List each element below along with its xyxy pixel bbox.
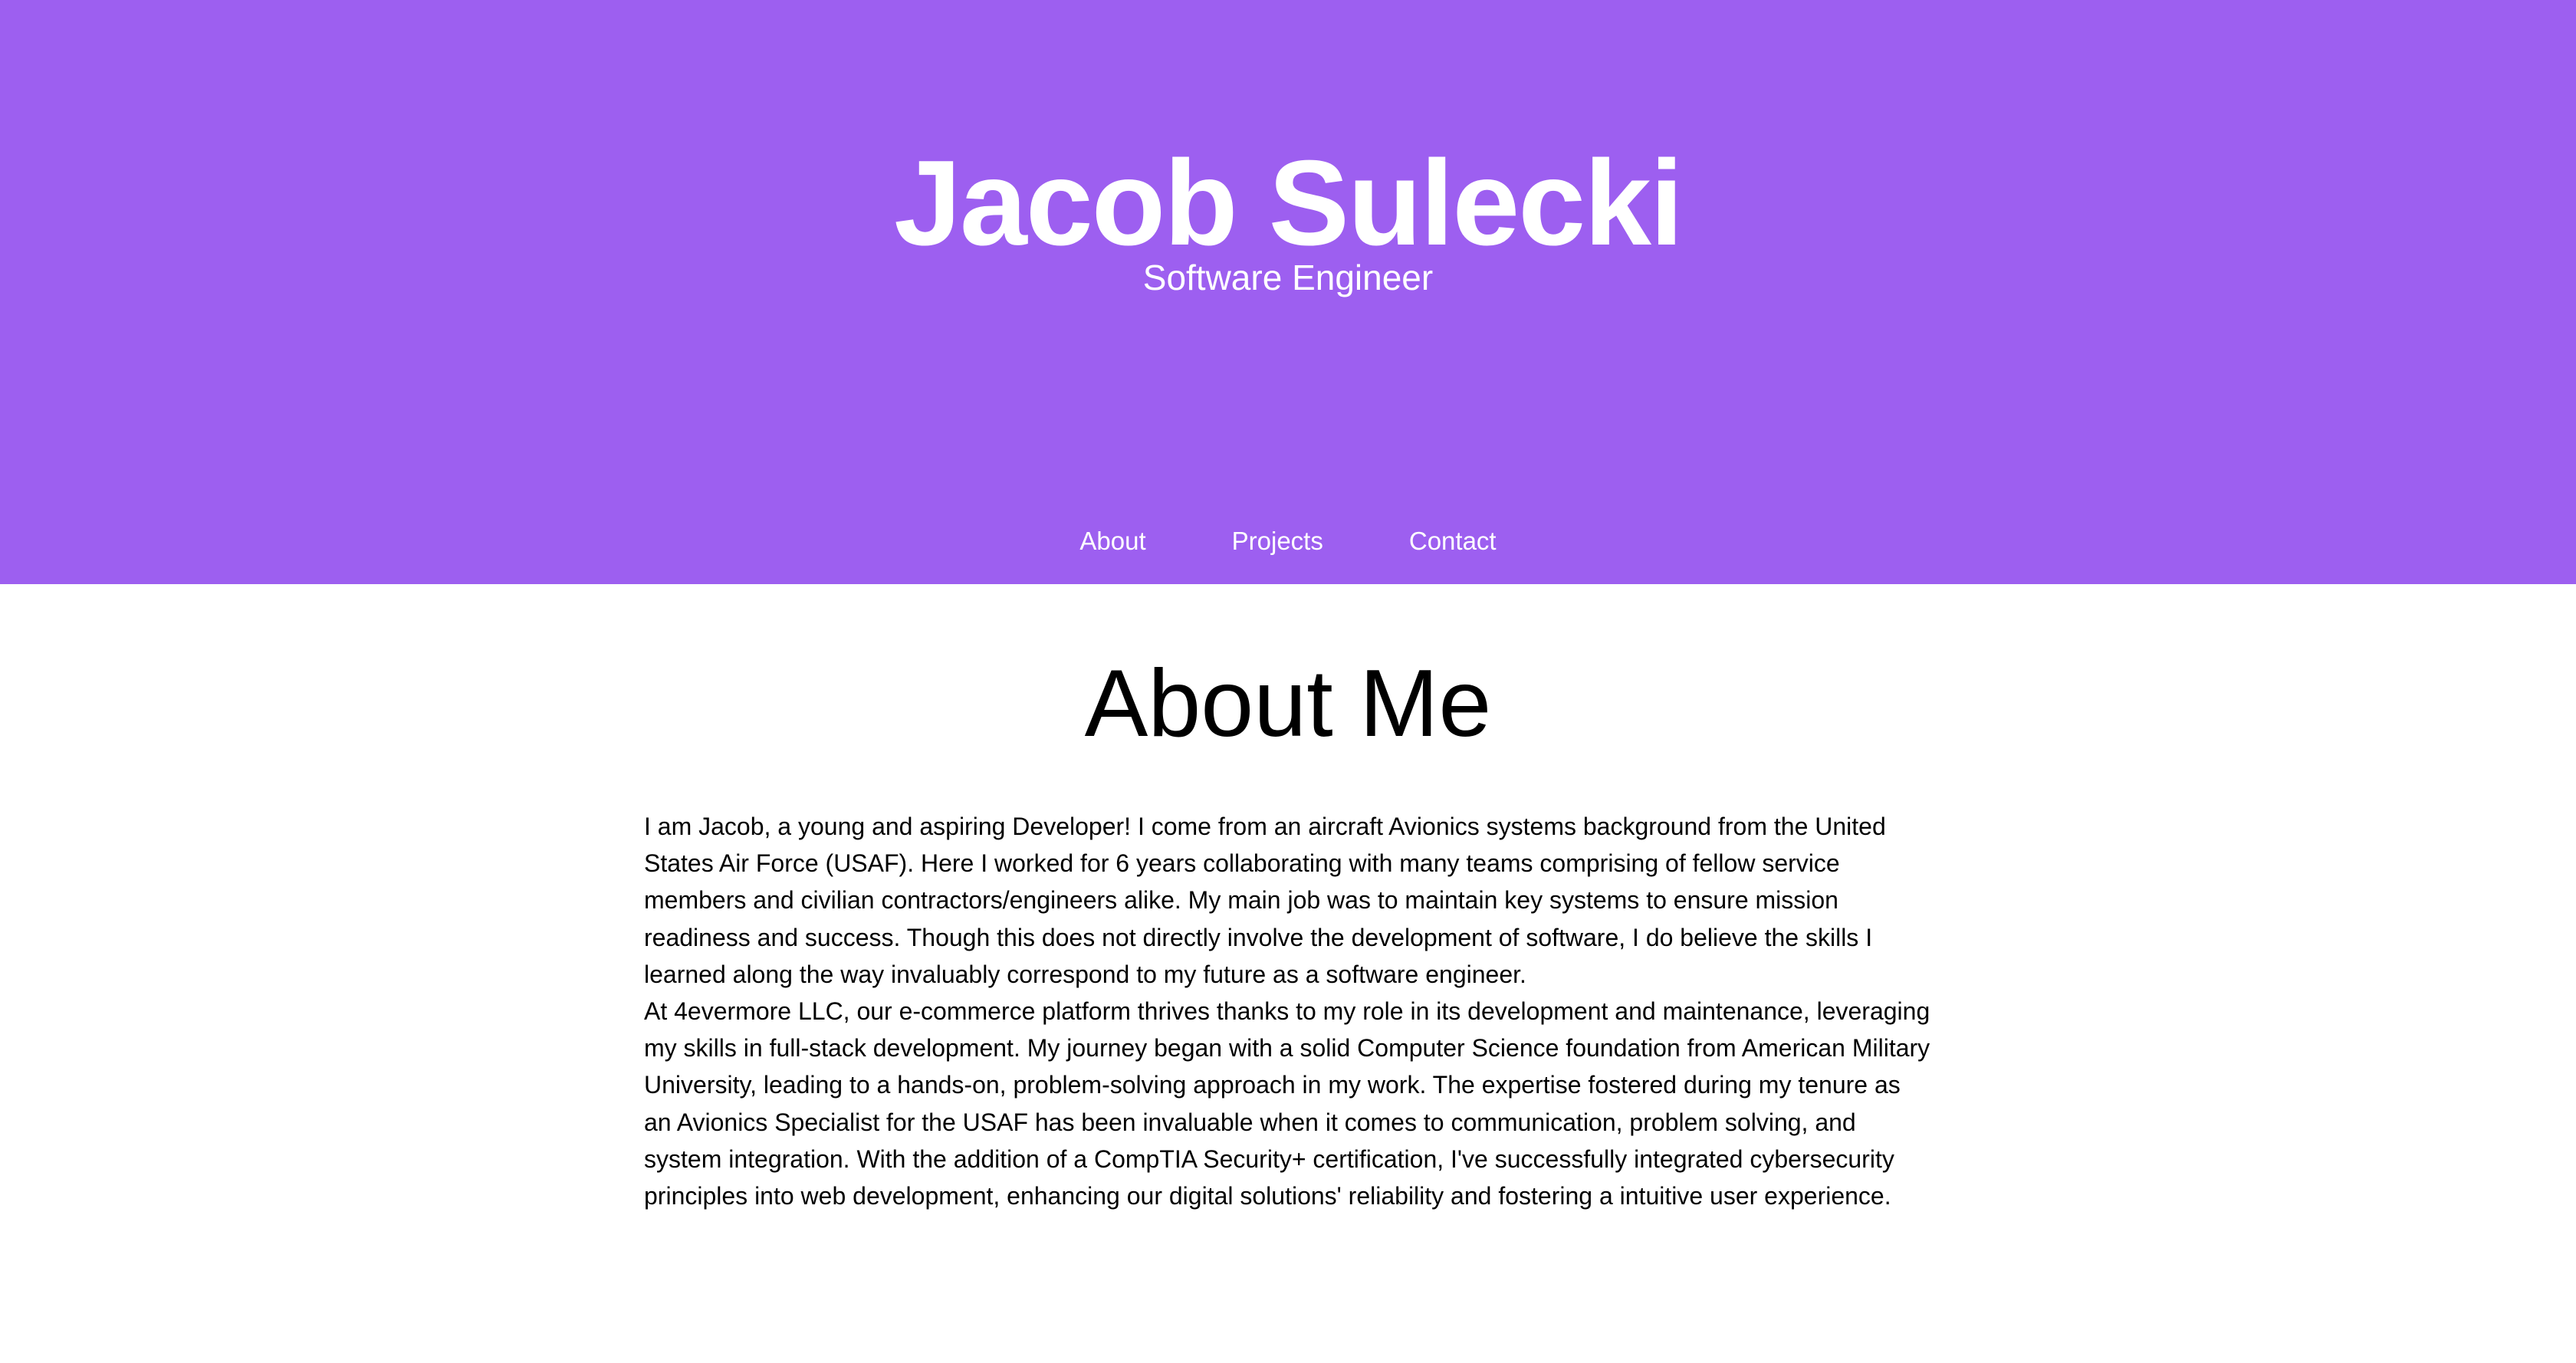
hero-header: Jacob Sulecki Software Engineer About Pr… [0,0,2576,584]
section-title-about: About Me [1084,651,1492,757]
about-paragraph: I am Jacob, a young and aspiring Develop… [644,813,1886,988]
main-nav: About Projects Contact [0,518,2576,564]
about-section-text: I am Jacob, a young and aspiring Develop… [644,808,1932,1214]
nav-link-projects[interactable]: Projects [1232,518,1323,564]
nav-link-contact[interactable]: Contact [1409,518,1497,564]
job-title: Software Engineer [1142,258,1434,297]
nav-link-about[interactable]: About [1079,518,1145,564]
about-paragraph: At 4evermore LLC, our e-commerce platfor… [644,997,1930,1210]
